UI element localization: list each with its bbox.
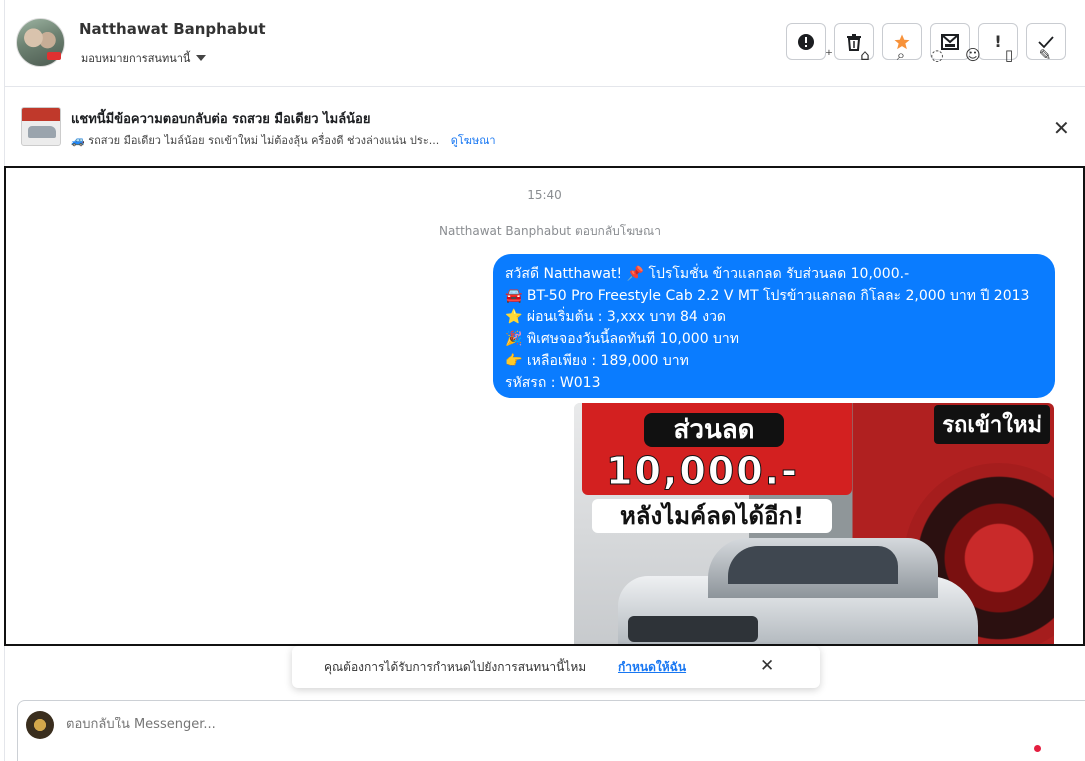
chat-icon[interactable]: ◌ (926, 46, 948, 64)
message-composer (17, 700, 1085, 761)
ticket-icon[interactable]: ▯ (998, 46, 1020, 64)
assign-dropdown[interactable]: มอบหมายการสนทนานี้ (81, 49, 207, 67)
assign-label: มอบหมายการสนทนานี้ (81, 52, 191, 65)
conversation-header: Natthawat Banphabut มอบหมายการสนทนานี้ ! (5, 0, 1085, 87)
composer-toolbar: ⁺ ⌂ ⌕ ◌ ☺ ▯ ✎ (818, 46, 1056, 64)
emoji-icon[interactable]: ☺ (962, 46, 984, 64)
assign-me-link[interactable]: กำหนดให้ฉัน (618, 658, 686, 677)
message-line: 👉 เหลือเพียง : 189,000 บาท (505, 352, 689, 369)
ad-banner-subtitle: 🚙 รถสวย มือเดียว ไมล์น้อย รถเข้าใหม่ ไม่… (71, 131, 496, 149)
message-bubble[interactable]: สวัสดี Natthawat! 📌 โปรโมชั่น ข้าวแลกลด … (493, 254, 1055, 398)
message-line: 🎉 พิเศษจองวันนี้ลดทันที 10,000 บาท (505, 331, 740, 348)
view-ad-link[interactable]: ดูโฆษณา (451, 134, 496, 147)
notification-dot (1034, 745, 1041, 752)
add-contact-icon[interactable]: ⁺ (818, 46, 840, 64)
ad-subtitle-text: 🚙 รถสวย มือเดียว ไมล์น้อย รถเข้าใหม่ ไม่… (71, 134, 440, 147)
contact-name[interactable]: Natthawat Banphabut (79, 20, 266, 38)
caret-down-icon (196, 55, 207, 61)
avatar-badge (47, 52, 61, 60)
chat-thread[interactable]: 15:40 Natthawat Banphabut ตอบกลับโฆษณา ส… (4, 166, 1085, 646)
ad-reply-note: Natthawat Banphabut ตอบกลับโฆษณา (439, 224, 661, 238)
image-after-label: หลังไมค์ลดได้อีก! (592, 499, 832, 533)
image-discount-amount: 10,000.- (606, 449, 799, 494)
ad-reply-banner: แชทนี้มีข้อความตอบกลับต่อ รถสวย มือเดียว… (5, 88, 1085, 166)
message-line: 🚘 BT-50 Pro Freestyle Cab 2.2 V MT โปรข้… (505, 287, 1030, 304)
image-pickup-truck (618, 538, 998, 644)
ad-image[interactable]: ส่วนลด 10,000.- หลังไมค์ลดได้อีก! รถเข้า… (574, 403, 1054, 644)
bag-icon[interactable]: ⌂ (854, 46, 876, 64)
toast-text: คุณต้องการได้รับการกำหนดไปยังการสนทนานี้… (324, 660, 587, 674)
attach-icon[interactable]: ⌕ (890, 46, 912, 64)
ad-banner-title: แชทนี้มีข้อความตอบกลับต่อ รถสวย มือเดียว… (71, 112, 371, 127)
message-line: รหัสรถ : W013 (505, 374, 601, 391)
image-discount-panel: ส่วนลด 10,000.- (582, 403, 852, 495)
spam-icon (798, 33, 814, 50)
ad-thumbnail[interactable] (21, 107, 61, 146)
image-new-car-label: รถเข้าใหม่ (934, 405, 1050, 444)
reply-input[interactable] (66, 717, 766, 732)
toast-close-icon[interactable]: ✕ (760, 656, 774, 676)
message-line: สวัสดี Natthawat! 📌 โปรโมชั่น ข้าวแลกลด … (505, 266, 910, 282)
close-icon[interactable]: ✕ (1053, 116, 1070, 140)
assign-toast: คุณต้องการได้รับการกำหนดไปยังการสนทนานี้… (292, 646, 820, 688)
page-avatar (26, 711, 54, 739)
message-timestamp: 15:40 (527, 188, 562, 202)
pin-icon[interactable]: ✎ (1034, 46, 1056, 64)
image-discount-label: ส่วนลด (644, 413, 784, 447)
message-line: ⭐ ผ่อนเริ่มต้น : 3,xxx บาท 84 งวด (505, 309, 727, 326)
